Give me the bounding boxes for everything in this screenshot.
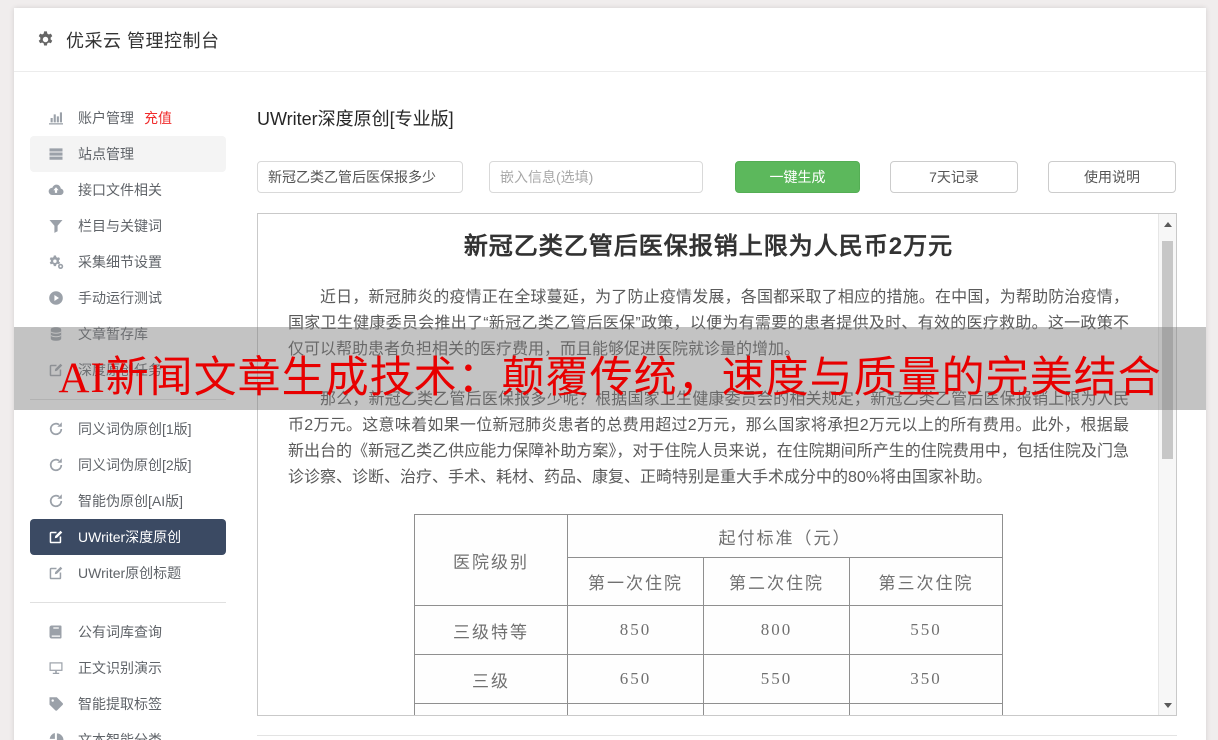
- table-row: 三级特等 850 800 550: [414, 605, 1003, 655]
- table-col-header: 第三次住院: [849, 557, 1003, 606]
- sidebar-item-content-recognition[interactable]: 正文识别演示: [30, 650, 226, 686]
- sidebar-item-label: 智能伪原创[AI版]: [78, 493, 184, 509]
- scrollbar-track[interactable]: [1158, 214, 1176, 715]
- page-title: UWriter深度原创[专业版]: [257, 109, 454, 129]
- sidebar-item-label: 站点管理: [78, 146, 134, 162]
- sidebar-item-public-lexicon[interactable]: 公有词库查询: [30, 614, 226, 650]
- sidebar-item-label: 接口文件相关: [78, 182, 162, 198]
- usage-help-button[interactable]: 使用说明: [1048, 161, 1176, 193]
- scrollbar-down-arrow[interactable]: [1159, 697, 1176, 713]
- sidebar-item-synonym-1[interactable]: 同义词伪原创[1版]: [30, 411, 226, 447]
- table-cell: 300: [703, 703, 850, 715]
- sidebar-item-label: 同义词伪原创[2版]: [78, 457, 192, 473]
- sidebar-item-label: 同义词伪原创[1版]: [78, 421, 192, 437]
- server-icon: [48, 146, 64, 162]
- app-title: 优采云 管理控制台: [66, 30, 220, 51]
- table-cell: 850: [567, 605, 704, 655]
- book-icon: [48, 624, 64, 640]
- sync-icon: [48, 421, 64, 437]
- scrollbar-up-arrow[interactable]: [1159, 216, 1176, 232]
- table-col-header: 第一次住院: [567, 557, 704, 606]
- recharge-badge[interactable]: 充值: [144, 108, 172, 128]
- article-preview-panel: 新冠乙类乙管后医保报销上限为人民币2万元 近日，新冠肺炎的疫情正在全球蔓延，为了…: [257, 213, 1177, 716]
- watermark-text: AI新闻文章生成技术：颠覆传统，速度与质量的完美结合: [58, 354, 1162, 402]
- table-cell: 350: [849, 654, 1003, 704]
- sidebar-item-synonym-2[interactable]: 同义词伪原创[2版]: [30, 447, 226, 483]
- filter-icon: [48, 218, 64, 234]
- table-col-header: 第二次住院: [703, 557, 850, 606]
- sidebar-item-label: 手动运行测试: [78, 290, 162, 306]
- table-cell: 三级: [414, 654, 568, 704]
- sidebar-item-label: UWriter原创标题: [78, 565, 182, 581]
- reimbursement-table: 医院级别 起付标准（元） 第一次住院 第二次住院 第三次住院 三级特等 850 …: [414, 514, 1003, 715]
- sidebar-item-label: 采集细节设置: [78, 254, 162, 270]
- sidebar-item-label: 账户管理: [78, 110, 134, 126]
- sidebar-item-columns-keywords[interactable]: 栏目与关键词: [30, 208, 226, 244]
- gears-icon: [48, 254, 64, 270]
- generate-button[interactable]: 一键生成: [735, 161, 860, 193]
- bar-chart-icon: [48, 110, 64, 126]
- sync-icon: [48, 457, 64, 473]
- sidebar-divider: [30, 602, 226, 603]
- tag-icon: [48, 696, 64, 712]
- sidebar-item-label: 智能提取标签: [78, 696, 162, 712]
- sidebar-item-sites[interactable]: 站点管理: [30, 136, 226, 172]
- table-cell: 三级特等: [414, 605, 568, 655]
- sidebar-item-label: UWriter深度原创: [78, 529, 182, 545]
- sidebar-item-uwriter-deep[interactable]: UWriter深度原创: [30, 519, 226, 555]
- table-group-header: 起付标准（元）: [567, 514, 1003, 558]
- sidebar-item-label: 栏目与关键词: [78, 218, 162, 234]
- table-cell: 650: [567, 654, 704, 704]
- play-icon: [48, 290, 64, 306]
- sidebar-item-label: 文本智能分类: [78, 732, 162, 740]
- sidebar-item-label: 公有词库查询: [78, 624, 162, 640]
- table-row: 二级 400 300 150: [414, 703, 1003, 715]
- edit-icon: [48, 565, 64, 581]
- sidebar-item-text-classify[interactable]: 文本智能分类: [30, 722, 226, 740]
- sidebar-item-account[interactable]: 账户管理 充值: [30, 100, 226, 136]
- embed-info-input[interactable]: [489, 161, 703, 193]
- pie-chart-icon: [48, 732, 64, 740]
- table-cell: 150: [849, 703, 1003, 715]
- sidebar-item-extract-tags[interactable]: 智能提取标签: [30, 686, 226, 722]
- stage: 优采云 管理控制台 账户管理 充值 站点管理 接口文件相关 栏目与关键词 采集细…: [0, 0, 1218, 740]
- gear-icon: [36, 30, 55, 49]
- table-cell: 550: [703, 654, 850, 704]
- sidebar-item-ai-rewrite[interactable]: 智能伪原创[AI版]: [30, 483, 226, 519]
- table-cell: 800: [703, 605, 850, 655]
- table-cell: 400: [567, 703, 704, 715]
- sidebar-item-collect-settings[interactable]: 采集细节设置: [30, 244, 226, 280]
- keyword-input[interactable]: [257, 161, 463, 193]
- monitor-icon: [48, 660, 64, 676]
- sidebar-item-uwriter-title[interactable]: UWriter原创标题: [30, 555, 226, 591]
- table-row-header: 医院级别: [414, 514, 568, 606]
- table-cell: 550: [849, 605, 1003, 655]
- table-cell: 二级: [414, 703, 568, 715]
- bottom-divider: [257, 735, 1177, 736]
- table-row: 三级 650 550 350: [414, 654, 1003, 704]
- sync-icon: [48, 493, 64, 509]
- app-header: 优采云 管理控制台: [14, 8, 1206, 72]
- article-title: 新冠乙类乙管后医保报销上限为人民币2万元: [463, 233, 954, 260]
- sidebar-item-manual-test[interactable]: 手动运行测试: [30, 280, 226, 316]
- cloud-upload-icon: [48, 182, 64, 198]
- sidebar-item-interface-files[interactable]: 接口文件相关: [30, 172, 226, 208]
- edit-icon: [48, 529, 64, 545]
- watermark-banner: AI新闻文章生成技术：颠覆传统，速度与质量的完美结合: [14, 327, 1206, 410]
- sidebar-item-label: 正文识别演示: [78, 660, 162, 676]
- records-7day-button[interactable]: 7天记录: [890, 161, 1018, 193]
